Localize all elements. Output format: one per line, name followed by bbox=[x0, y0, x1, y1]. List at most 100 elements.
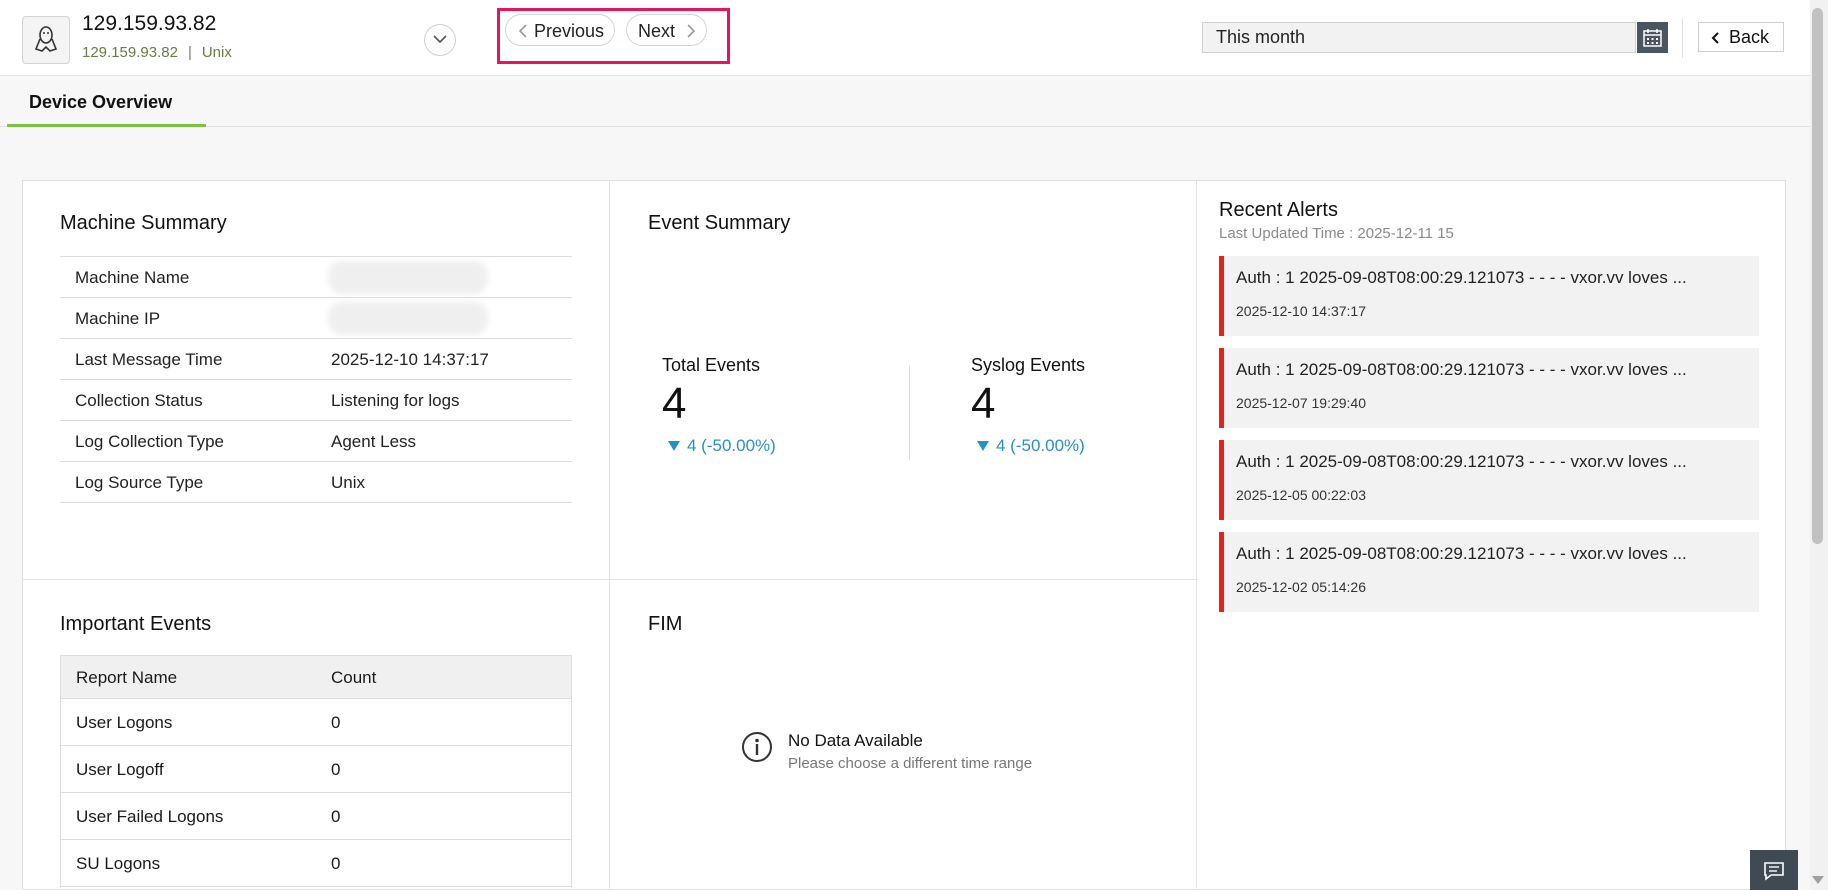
row-key: Log Source Type bbox=[75, 473, 204, 492]
back-label: Back bbox=[1729, 27, 1770, 47]
next-button[interactable]: Next bbox=[626, 14, 707, 46]
table-header: Report Name Count bbox=[61, 656, 571, 699]
chat-button[interactable] bbox=[1750, 850, 1798, 890]
previous-button[interactable]: Previous bbox=[505, 14, 615, 46]
syslog-events-change-text: 4 (-50.00%) bbox=[996, 436, 1085, 455]
table-row[interactable]: User Logons 0 bbox=[61, 699, 571, 746]
device-dropdown-button[interactable] bbox=[424, 24, 456, 56]
total-events-change: 4 (-50.00%) bbox=[662, 436, 776, 456]
chat-icon bbox=[1764, 862, 1784, 881]
report-count: 0 bbox=[331, 713, 341, 732]
row-value: Agent Less bbox=[331, 432, 417, 451]
panel-divider bbox=[609, 180, 610, 890]
chevron-left-icon bbox=[1711, 32, 1719, 44]
chevron-left-icon bbox=[518, 24, 527, 38]
total-events-label: Total Events bbox=[662, 355, 761, 375]
total-events-change-text: 4 (-50.00%) bbox=[687, 436, 776, 455]
back-button[interactable]: Back bbox=[1698, 22, 1784, 52]
report-name: SU Logons bbox=[76, 854, 161, 873]
alert-item[interactable]: Auth : 1 2025-09-08T08:00:29.121073 - - … bbox=[1219, 532, 1759, 612]
row-value: Unix bbox=[331, 473, 366, 492]
alert-message: Auth : 1 2025-09-08T08:00:29.121073 - - … bbox=[1236, 268, 1687, 287]
table-row[interactable]: User Failed Logons 0 bbox=[61, 793, 571, 840]
chevron-down-icon bbox=[433, 35, 447, 44]
syslog-events-change: 4 (-50.00%) bbox=[971, 436, 1085, 456]
row-key: Machine IP bbox=[75, 309, 161, 328]
fim-title: FIM bbox=[648, 613, 683, 635]
row-key: Last Message Time bbox=[75, 350, 223, 369]
scroll-down-arrow-icon[interactable] bbox=[1812, 876, 1824, 884]
column-header-report-name: Report Name bbox=[76, 668, 178, 687]
previous-label: Previous bbox=[534, 21, 605, 41]
no-data-hint: Please choose a different time range bbox=[788, 755, 1033, 772]
date-range-input[interactable]: This month bbox=[1202, 22, 1636, 53]
down-triangle-icon bbox=[668, 441, 680, 451]
event-stat-divider bbox=[909, 366, 910, 460]
device-os: Unix bbox=[201, 44, 232, 61]
row-key: Collection Status bbox=[75, 391, 203, 410]
report-name: User Logoff bbox=[76, 760, 164, 779]
down-triangle-icon bbox=[977, 441, 989, 451]
device-subtitle: 129.159.93.82 | Unix bbox=[82, 44, 232, 61]
calendar-button[interactable] bbox=[1637, 22, 1668, 53]
report-count: 0 bbox=[331, 807, 341, 826]
event-summary-title: Event Summary bbox=[648, 212, 791, 234]
report-count: 0 bbox=[331, 854, 341, 873]
alert-item[interactable]: Auth : 1 2025-09-08T08:00:29.121073 - - … bbox=[1219, 256, 1759, 336]
tab-bar: Device Overview bbox=[0, 76, 1810, 127]
calendar-icon bbox=[1643, 29, 1662, 47]
alert-message: Auth : 1 2025-09-08T08:00:29.121073 - - … bbox=[1236, 544, 1687, 563]
no-data-message: No Data Available bbox=[788, 731, 923, 750]
row-value: Listening for logs bbox=[331, 391, 460, 410]
redacted-value bbox=[328, 302, 488, 335]
alert-time: 2025-12-07 19:29:40 bbox=[1236, 395, 1366, 411]
redacted-value bbox=[328, 261, 488, 294]
active-tab-indicator bbox=[7, 124, 206, 127]
header-divider bbox=[1682, 18, 1683, 58]
alert-time: 2025-12-05 00:22:03 bbox=[1236, 487, 1366, 503]
alert-time: 2025-12-02 05:14:26 bbox=[1236, 579, 1366, 595]
table-row: Machine Name bbox=[60, 257, 572, 298]
recent-alerts-title: Recent Alerts bbox=[1219, 199, 1338, 221]
table-row: Last Message Time 2025-12-10 14:37:17 bbox=[60, 339, 572, 380]
table-row[interactable]: SU Logons 0 bbox=[61, 840, 571, 887]
row-key: Log Collection Type bbox=[75, 432, 225, 451]
last-updated-time: Last Updated Time : 2025-12-11 15 bbox=[1219, 225, 1454, 242]
alert-message: Auth : 1 2025-09-08T08:00:29.121073 - - … bbox=[1236, 452, 1687, 471]
report-count: 0 bbox=[331, 760, 341, 779]
subtitle-separator: | bbox=[187, 44, 192, 61]
machine-summary-table: Machine Name Machine IP Last Message Tim… bbox=[60, 256, 572, 503]
important-events-table: Report Name Count User Logons 0 User Log… bbox=[60, 655, 572, 887]
row-key: Machine Name bbox=[75, 268, 190, 287]
tab-device-overview[interactable]: Device Overview bbox=[7, 76, 206, 127]
device-ip: 129.159.93.82 bbox=[82, 44, 178, 61]
alert-time: 2025-12-10 14:37:17 bbox=[1236, 303, 1366, 319]
important-events-title: Important Events bbox=[60, 613, 212, 635]
table-row: Log Collection Type Agent Less bbox=[60, 421, 572, 462]
panel-divider bbox=[22, 579, 1196, 580]
report-name: User Failed Logons bbox=[76, 807, 224, 826]
alert-item[interactable]: Auth : 1 2025-09-08T08:00:29.121073 - - … bbox=[1219, 348, 1759, 428]
total-events-value: 4 bbox=[662, 379, 687, 428]
column-header-count: Count bbox=[331, 668, 377, 687]
table-row: Collection Status Listening for logs bbox=[60, 380, 572, 421]
panel-divider bbox=[1196, 180, 1197, 890]
info-icon bbox=[742, 732, 772, 762]
next-label: Next bbox=[638, 21, 676, 41]
tab-label: Device Overview bbox=[29, 92, 173, 112]
scrollbar-thumb[interactable] bbox=[1812, 8, 1823, 544]
row-value: 2025-12-10 14:37:17 bbox=[331, 350, 489, 369]
total-events-stat[interactable]: Total Events 4 4 (-50.00%) bbox=[662, 355, 776, 456]
table-row: Log Source Type Unix bbox=[60, 462, 572, 503]
syslog-events-value: 4 bbox=[971, 379, 996, 428]
chevron-right-icon bbox=[687, 24, 696, 38]
device-name: 129.159.93.82 bbox=[82, 12, 217, 35]
alert-item[interactable]: Auth : 1 2025-09-08T08:00:29.121073 - - … bbox=[1219, 440, 1759, 520]
syslog-events-label: Syslog Events bbox=[971, 355, 1086, 375]
linux-tux-icon bbox=[22, 16, 70, 64]
report-name: User Logons bbox=[76, 713, 173, 732]
alert-message: Auth : 1 2025-09-08T08:00:29.121073 - - … bbox=[1236, 360, 1687, 379]
machine-summary-title: Machine Summary bbox=[60, 212, 227, 234]
syslog-events-stat[interactable]: Syslog Events 4 4 (-50.00%) bbox=[971, 355, 1085, 456]
table-row[interactable]: User Logoff 0 bbox=[61, 746, 571, 793]
